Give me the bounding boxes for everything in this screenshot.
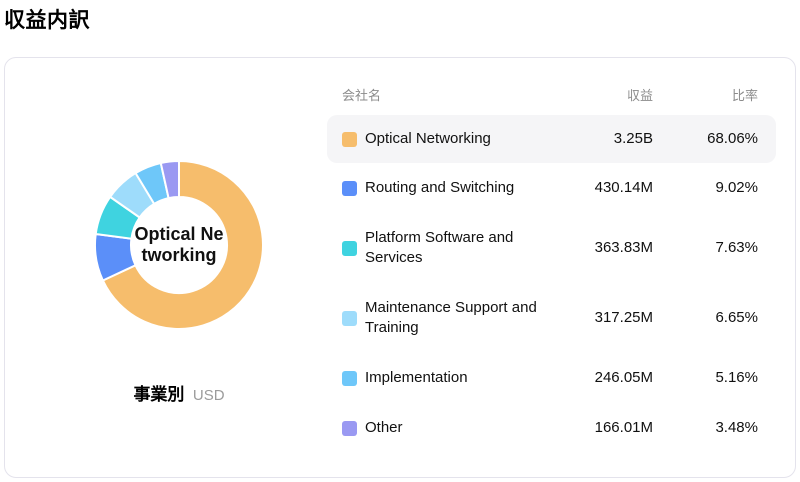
table-header-row: 会社名 収益 比率 <box>327 87 776 105</box>
segment-revenue: 363.83M <box>594 239 653 256</box>
table-row[interactable]: Platform Software and Services 363.83M 7… <box>327 213 776 283</box>
legend-swatch-icon <box>342 240 357 256</box>
donut-center-label: Optical Ne tworking <box>134 224 223 266</box>
table-row[interactable]: Optical Networking 3.25B 68.06% <box>327 115 776 163</box>
chart-caption-label: 事業別 <box>133 385 185 404</box>
segment-ratio: 68.06% <box>707 130 758 147</box>
legend-swatch-icon <box>342 131 357 147</box>
segment-name: Implementation <box>365 369 468 386</box>
segment-revenue: 246.05M <box>594 369 653 386</box>
breakdown-table: 会社名 収益 比率 Optical Networking 3.25B 68.06… <box>327 58 795 477</box>
segment-ratio: 6.65% <box>715 309 758 326</box>
segment-name: Other <box>365 419 403 436</box>
table-header-ratio: 比率 <box>731 88 758 103</box>
legend-swatch-icon <box>342 180 357 196</box>
legend-swatch-icon <box>342 310 357 326</box>
table-row[interactable]: Maintenance Support and Training 317.25M… <box>327 283 776 353</box>
segment-name: Routing and Switching <box>365 179 515 196</box>
table-header-name: 会社名 <box>342 88 382 103</box>
donut-center-label-line1: Optical Ne <box>134 224 224 244</box>
page-title: 収益内訳 <box>4 9 90 32</box>
segment-ratio: 9.02% <box>715 179 758 196</box>
segment-revenue: 3.25B <box>613 130 653 147</box>
segment-ratio: 3.48% <box>715 419 758 436</box>
chart-caption-unit: USD <box>192 387 225 404</box>
segment-name: Platform Software and Services <box>365 229 514 266</box>
segment-ratio: 5.16% <box>715 369 758 386</box>
chart-panel: Optical Ne tworking 事業別 USD <box>5 58 327 477</box>
table-row[interactable]: Other 166.01M 3.48% <box>327 403 776 453</box>
legend-swatch-icon <box>342 420 357 436</box>
segment-name: Optical Networking <box>365 130 491 147</box>
donut-center-label-line2: tworking <box>141 245 217 265</box>
segment-revenue: 166.01M <box>594 419 653 436</box>
segment-ratio: 7.63% <box>715 239 758 256</box>
segment-revenue: 430.14M <box>594 179 653 196</box>
revenue-breakdown-card: Optical Ne tworking 事業別 USD 会社名 収益 比率 Op… <box>4 57 796 478</box>
segment-name: Maintenance Support and Training <box>365 299 537 336</box>
segment-revenue: 317.25M <box>594 309 653 326</box>
chart-caption: 事業別 USD <box>5 380 353 405</box>
table-row[interactable]: Implementation 246.05M 5.16% <box>327 353 776 403</box>
table-header-revenue: 収益 <box>626 88 653 103</box>
table-row[interactable]: Routing and Switching 430.14M 9.02% <box>327 163 776 213</box>
donut-chart[interactable]: Optical Ne tworking <box>91 157 267 333</box>
